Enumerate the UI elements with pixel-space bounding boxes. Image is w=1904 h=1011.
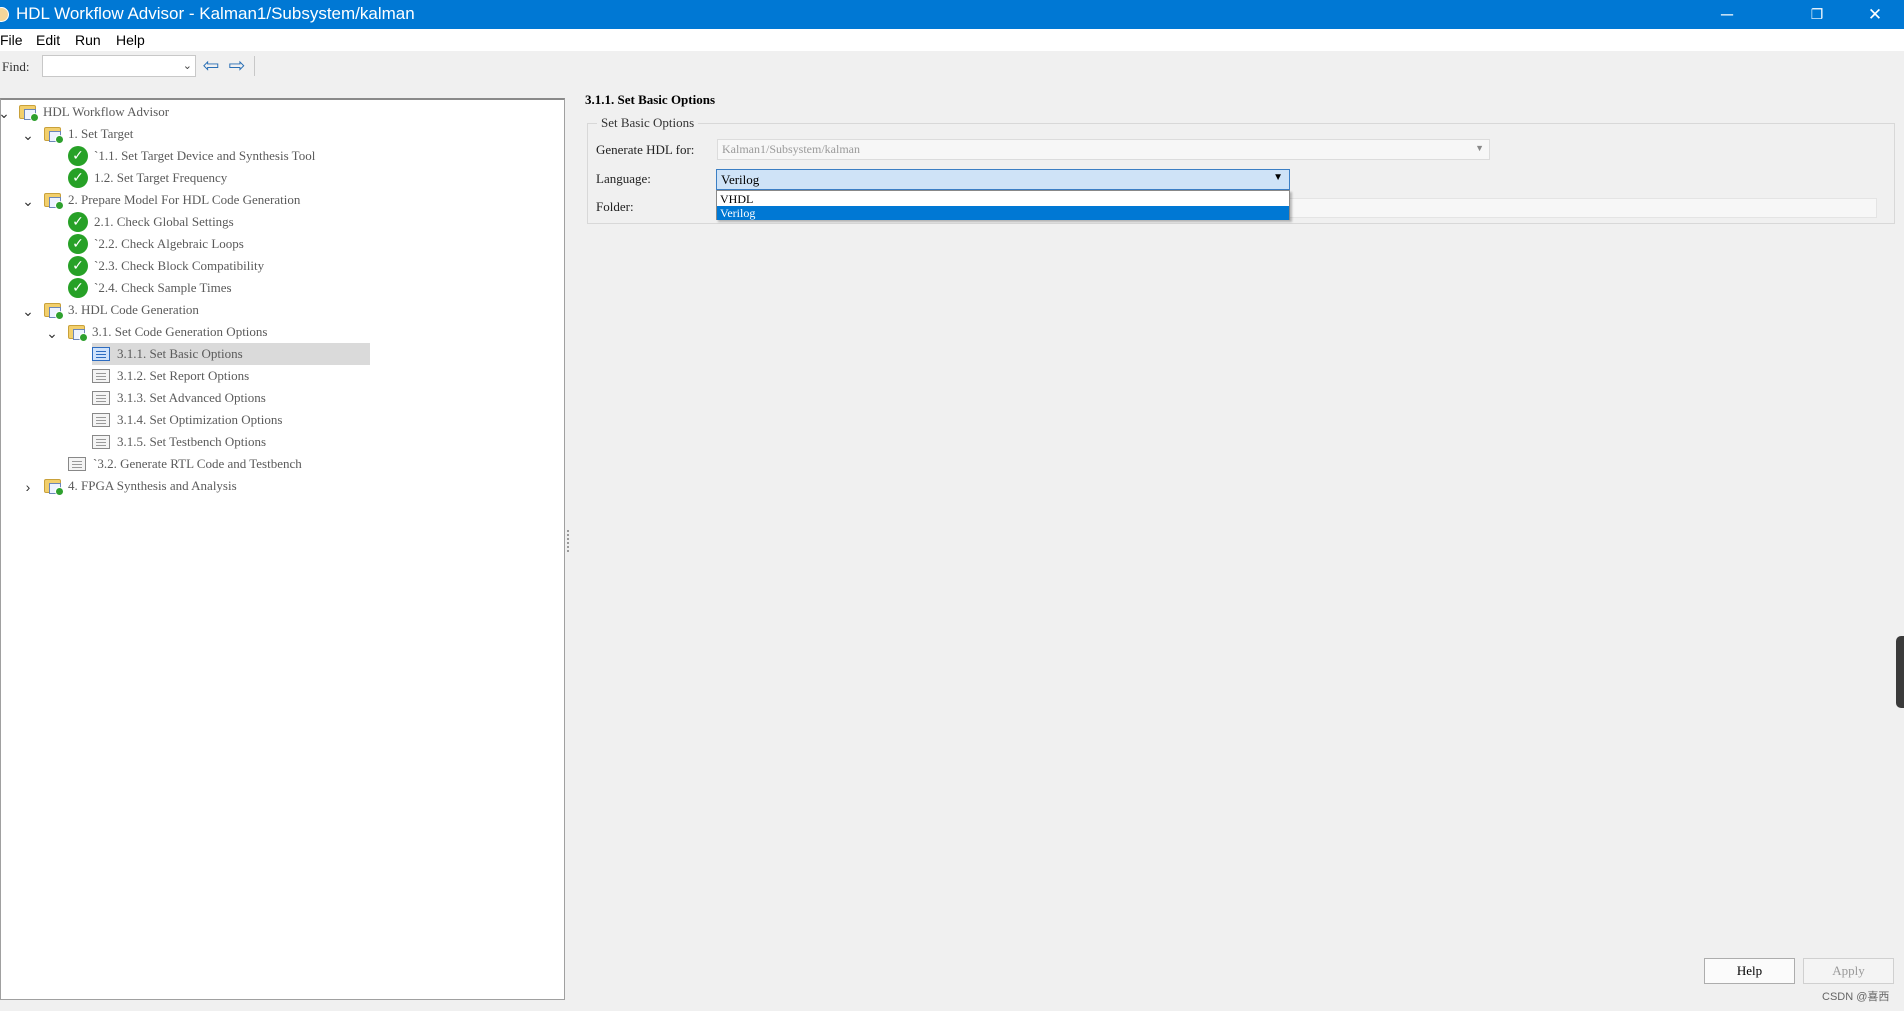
- tree-item-label: 3. HDL Code Generation: [68, 302, 199, 317]
- close-button[interactable]: ✕: [1846, 0, 1904, 29]
- language-label: Language:: [596, 171, 651, 186]
- task-icon: [92, 413, 110, 427]
- menu-bar: File Edit Run Help: [0, 29, 1904, 51]
- tree-item-label: HDL Workflow Advisor: [43, 104, 170, 119]
- tree-item-set-target[interactable]: 1. Set Target: [44, 123, 133, 145]
- expand-toggle-root[interactable]: ⌄: [0, 105, 11, 121]
- title-bar: HDL Workflow Advisor - Kalman1/Subsystem…: [0, 0, 1904, 29]
- check-icon: ✓: [68, 278, 88, 298]
- check-icon: ✓: [68, 168, 88, 188]
- expand-toggle-hdl-code-generation[interactable]: ⌄: [21, 303, 35, 319]
- tree-item-label: `2.3. Check Block Compatibility: [94, 258, 265, 273]
- folder-icon: [44, 477, 64, 496]
- tree-item-algebraic-loops[interactable]: ✓ `2.2. Check Algebraic Loops: [68, 233, 244, 255]
- task-icon: [92, 369, 110, 383]
- expand-toggle-fpga-synthesis[interactable]: ›: [21, 479, 35, 495]
- dropdown-arrow-icon: ▼: [1475, 143, 1484, 153]
- tree-item-target-device[interactable]: ✓ `1.1. Set Target Device and Synthesis …: [68, 145, 315, 167]
- tree-item-optimization-options[interactable]: 3.1.4. Set Optimization Options: [92, 409, 282, 431]
- generate-hdl-label: Generate HDL for:: [596, 142, 695, 157]
- find-input[interactable]: ⌄: [42, 55, 196, 77]
- watermark: CSDN @喜西: [1822, 991, 1890, 1003]
- back-arrow-icon[interactable]: ⇦: [201, 56, 221, 76]
- language-option-vhdl[interactable]: VHDL: [717, 192, 1289, 206]
- tree-item-report-options[interactable]: 3.1.2. Set Report Options: [92, 365, 249, 387]
- page-title: 3.1.1. Set Basic Options: [585, 92, 716, 107]
- menu-help[interactable]: Help: [116, 32, 145, 48]
- details-panel: 3.1.1. Set Basic Options Set Basic Optio…: [570, 83, 1904, 1011]
- folder-icon: [68, 323, 88, 342]
- task-icon: [92, 391, 110, 405]
- menu-run[interactable]: Run: [75, 32, 101, 48]
- tree-item-basic-options[interactable]: 3.1.1. Set Basic Options: [92, 343, 370, 365]
- generate-hdl-value: Kalman1/Subsystem/kalman: [722, 142, 860, 156]
- tree-item-label: 3.1. Set Code Generation Options: [92, 324, 268, 339]
- minimize-button[interactable]: ─: [1698, 0, 1756, 29]
- tree-item-label: 1.2. Set Target Frequency: [94, 170, 228, 185]
- check-icon: ✓: [68, 212, 88, 232]
- tree-item-label: 1. Set Target: [68, 126, 134, 141]
- menu-file[interactable]: File: [0, 32, 23, 48]
- tree-item-block-compatibility[interactable]: ✓ `2.3. Check Block Compatibility: [68, 255, 264, 277]
- expand-toggle-prepare-model[interactable]: ⌄: [21, 193, 35, 209]
- tree-item-label: `2.4. Check Sample Times: [94, 280, 232, 295]
- tree-item-label: 2. Prepare Model For HDL Code Generation: [68, 192, 301, 207]
- tree-item-label: 3.1.2. Set Report Options: [117, 368, 250, 383]
- expand-toggle-set-target[interactable]: ⌄: [21, 127, 35, 143]
- tree-item-target-frequency[interactable]: ✓ 1.2. Set Target Frequency: [68, 167, 227, 189]
- language-dropdown-list: VHDL Verilog: [716, 190, 1290, 220]
- apply-button[interactable]: Apply: [1803, 958, 1894, 984]
- folder-icon: [44, 301, 64, 320]
- check-icon: ✓: [68, 146, 88, 166]
- find-label: Find:: [2, 59, 30, 74]
- check-icon: ✓: [68, 256, 88, 276]
- task-icon: [68, 457, 86, 471]
- expand-toggle-code-generation-options[interactable]: ⌄: [45, 325, 59, 341]
- language-select[interactable]: Verilog ▼: [716, 169, 1290, 190]
- advisor-tree: ⌄ HDL Workflow Advisor ⌄ 1. Set Target ✓…: [0, 98, 565, 1000]
- folder-label: Folder:: [596, 199, 634, 214]
- task-icon: [92, 435, 110, 449]
- folder-icon: [44, 125, 64, 144]
- tree-item-fpga-synthesis[interactable]: 4. FPGA Synthesis and Analysis: [44, 475, 237, 497]
- tree-item-testbench-options[interactable]: 3.1.5. Set Testbench Options: [92, 431, 266, 453]
- tree-item-code-generation-options[interactable]: 3.1. Set Code Generation Options: [68, 321, 267, 343]
- window-title: HDL Workflow Advisor - Kalman1/Subsystem…: [16, 4, 415, 23]
- tree-item-label: `2.2. Check Algebraic Loops: [94, 236, 244, 251]
- language-value: Verilog: [721, 172, 760, 187]
- menu-edit[interactable]: Edit: [36, 32, 60, 48]
- toolbar-divider: [254, 56, 255, 76]
- toolbar: Find: ⌄ ⇦ ⇨: [0, 51, 1904, 81]
- dropdown-arrow-icon: ▼: [1273, 172, 1283, 183]
- group-title: Set Basic Options: [597, 115, 699, 131]
- tree-item-label: 3.1.4. Set Optimization Options: [117, 412, 283, 427]
- tree-item-prepare-model[interactable]: 2. Prepare Model For HDL Code Generation: [44, 189, 300, 211]
- folder-icon: [19, 103, 39, 122]
- task-icon: [92, 347, 110, 361]
- chevron-down-icon: ⌄: [182, 60, 192, 72]
- side-edge-tab[interactable]: [1896, 636, 1904, 708]
- tree-item-label: 3.1.5. Set Testbench Options: [117, 434, 267, 449]
- check-icon: ✓: [68, 234, 88, 254]
- tree-item-global-settings[interactable]: ✓ 2.1. Check Global Settings: [68, 211, 234, 233]
- generate-hdl-select: Kalman1/Subsystem/kalman ▼: [717, 139, 1490, 160]
- tree-item-label: 2.1. Check Global Settings: [94, 214, 234, 229]
- help-button[interactable]: Help: [1704, 958, 1795, 984]
- tree-item-hdl-code-generation[interactable]: 3. HDL Code Generation: [44, 299, 199, 321]
- tree-item-label: 3.1.3. Set Advanced Options: [117, 390, 266, 405]
- tree-item-root[interactable]: HDL Workflow Advisor: [19, 101, 169, 123]
- tree-item-label: `3.2. Generate RTL Code and Testbench: [93, 456, 302, 471]
- tree-item-label: 4. FPGA Synthesis and Analysis: [68, 478, 237, 493]
- tree-item-advanced-options[interactable]: 3.1.3. Set Advanced Options: [92, 387, 266, 409]
- restore-button[interactable]: ❐: [1788, 0, 1846, 29]
- app-icon: [0, 7, 9, 22]
- folder-icon: [44, 191, 64, 210]
- tree-item-sample-times[interactable]: ✓ `2.4. Check Sample Times: [68, 277, 232, 299]
- forward-arrow-icon[interactable]: ⇨: [227, 56, 247, 76]
- tree-item-generate-rtl[interactable]: `3.2. Generate RTL Code and Testbench: [68, 453, 302, 475]
- language-option-verilog[interactable]: Verilog: [717, 206, 1289, 220]
- tree-item-label: `1.1. Set Target Device and Synthesis To…: [94, 148, 316, 163]
- tree-item-label: 3.1.1. Set Basic Options: [117, 346, 243, 361]
